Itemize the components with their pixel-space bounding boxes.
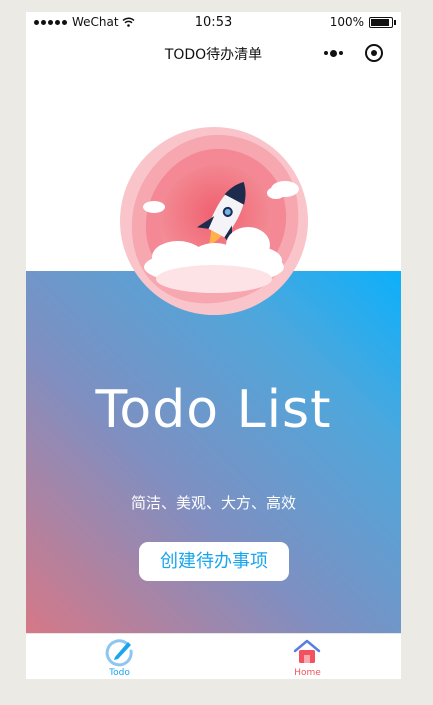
edit-circle-icon: [105, 639, 133, 667]
app-title: Todo List: [95, 380, 332, 440]
phone-screen: WeChat 10:53 100% TODO待办清单 Todo List 简洁、…: [26, 12, 401, 679]
more-icon[interactable]: [324, 49, 343, 57]
battery-level: [371, 18, 389, 26]
tab-todo-label: Todo: [109, 668, 130, 678]
tab-home[interactable]: Home: [214, 634, 401, 679]
nav-bar: TODO待办清单: [26, 32, 401, 76]
tab-bar: Todo Home: [26, 633, 401, 679]
create-todo-button[interactable]: 创建待办事项: [139, 542, 289, 581]
battery-percent: 100%: [329, 15, 364, 29]
tab-home-label: Home: [294, 668, 321, 678]
close-icon[interactable]: [365, 44, 383, 62]
home-icon: [293, 639, 321, 663]
app-subtitle: 简洁、美观、大方、高效: [130, 494, 296, 512]
tab-todo[interactable]: Todo: [26, 634, 213, 679]
mini-program-capsule: [324, 44, 383, 62]
status-bar: WeChat 10:53 100%: [26, 12, 401, 32]
battery-icon: [369, 16, 396, 28]
status-right: 100%: [329, 15, 396, 29]
rocket-logo-icon: [120, 127, 308, 315]
